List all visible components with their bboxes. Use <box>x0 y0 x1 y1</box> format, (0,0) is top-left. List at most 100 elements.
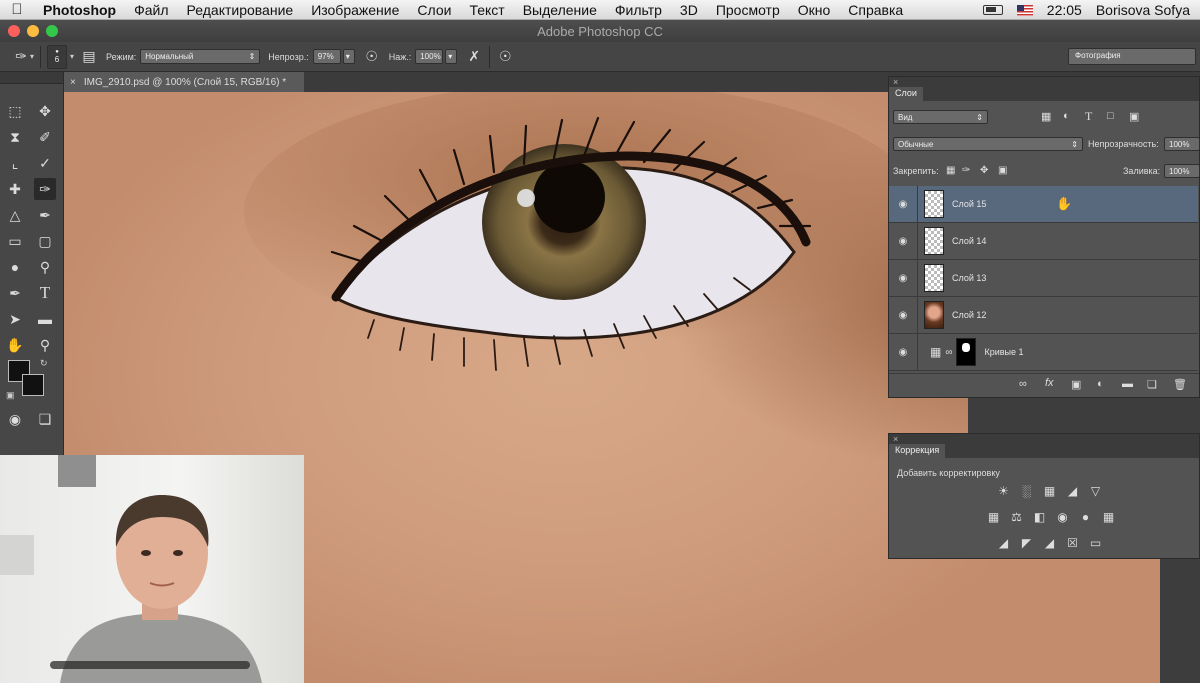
brush-size-picker[interactable]: ● 6 <box>47 44 68 69</box>
link-layers-icon[interactable]: ∞ <box>1019 378 1027 390</box>
brush-panel-toggle-icon[interactable]: ▤ <box>80 48 98 66</box>
new-layer-icon[interactable]: ❏ <box>1147 378 1157 391</box>
menu-select[interactable]: Выделение <box>514 2 606 18</box>
shape-filter-icon[interactable]: □ <box>1107 110 1114 122</box>
invert-icon[interactable]: ◢ <box>995 536 1012 550</box>
delete-layer-icon[interactable]: 🗑 <box>1173 378 1187 391</box>
adjustment-filter-icon[interactable]: ◐ <box>1063 110 1070 122</box>
opacity-input[interactable]: 97% <box>312 49 341 64</box>
menu-filter[interactable]: Фильтр <box>606 2 671 18</box>
pixel-filter-icon[interactable]: ▦ <box>1041 110 1051 123</box>
visibility-eye-icon[interactable]: ◉ <box>889 236 917 247</box>
screen-mode-icon[interactable]: ❏ <box>34 408 56 430</box>
black-white-icon[interactable]: ◧ <box>1031 510 1048 524</box>
lock-all-icon[interactable]: ▣ <box>998 165 1007 176</box>
lock-pixels-icon[interactable]: ✑ <box>962 165 970 176</box>
blur-tool-icon[interactable]: ● <box>4 256 26 278</box>
crop-tool-icon[interactable]: ⌞ <box>4 152 26 174</box>
document-tab[interactable]: × IMG_2910.psd @ 100% (Слой 15, RGB/16) … <box>64 72 304 92</box>
layer-name[interactable]: Кривые 1 <box>984 347 1023 357</box>
background-color-swatch[interactable] <box>22 374 44 396</box>
layer-name[interactable]: Слой 15 <box>952 199 986 209</box>
marquee-tool-icon[interactable]: ⬚ <box>4 100 26 122</box>
quick-mask-icon[interactable]: ◉ <box>4 408 26 430</box>
add-mask-icon[interactable]: ▣ <box>1071 378 1081 391</box>
visibility-eye-icon[interactable]: ◉ <box>889 199 917 210</box>
type-filter-icon[interactable]: T <box>1085 109 1092 124</box>
preset-dropdown-arrow-icon[interactable]: ▾ <box>30 52 34 61</box>
workspace-switcher[interactable]: Фотография <box>1068 48 1196 65</box>
vibrance-icon[interactable]: ▽ <box>1087 484 1104 498</box>
layer-filter-select[interactable]: Вид ⇕ <box>893 110 988 124</box>
opacity-dropdown-button[interactable]: ▾ <box>342 49 355 64</box>
lock-position-icon[interactable]: ✥ <box>980 165 988 176</box>
close-window-button[interactable] <box>8 25 20 37</box>
move-tool-icon[interactable]: ✥ <box>34 100 56 122</box>
apple-icon[interactable]:  <box>0 1 34 18</box>
pen-tool-icon[interactable]: ✒ <box>4 282 26 304</box>
rectangle-tool-icon[interactable]: ▬ <box>34 308 56 330</box>
fill-input[interactable]: 100% <box>1164 164 1200 178</box>
quick-select-tool-icon[interactable]: ✐ <box>34 126 56 148</box>
swap-colors-icon[interactable]: ↻ <box>40 358 48 369</box>
gradient-map-icon[interactable]: ▭ <box>1087 536 1104 550</box>
type-tool-icon[interactable]: T <box>34 282 56 304</box>
clock[interactable]: 22:05 <box>1047 2 1082 18</box>
path-selection-tool-icon[interactable]: ➤ <box>4 308 26 330</box>
pressure-dropdown-button[interactable]: ▾ <box>445 49 458 64</box>
new-group-icon[interactable]: ▬ <box>1122 378 1133 390</box>
channel-mixer-icon[interactable]: ● <box>1077 510 1094 524</box>
lasso-tool-icon[interactable]: ⧗ <box>4 126 26 148</box>
layer-style-icon[interactable]: fx <box>1045 377 1054 389</box>
tab-layers[interactable]: Слои <box>889 87 923 101</box>
layer-mask-thumbnail[interactable] <box>956 338 977 366</box>
user-name[interactable]: Borisova Sofya <box>1096 2 1190 18</box>
eyedropper-tool-icon[interactable]: ✓ <box>34 152 56 174</box>
visibility-eye-icon[interactable]: ◉ <box>889 310 917 321</box>
layer-row[interactable]: ◉ Слой 12 <box>889 296 1198 334</box>
menu-type[interactable]: Текст <box>460 2 513 18</box>
layer-name[interactable]: Слой 14 <box>952 236 986 246</box>
smart-object-filter-icon[interactable]: ▣ <box>1129 110 1139 123</box>
lock-transparency-icon[interactable]: ▦ <box>946 165 955 176</box>
layer-name[interactable]: Слой 12 <box>952 310 986 320</box>
minimize-window-button[interactable] <box>27 25 39 37</box>
tools-panel-handle[interactable] <box>0 72 63 84</box>
color-balance-icon[interactable]: ⚖ <box>1008 510 1025 524</box>
size-pressure-icon[interactable]: ☉ <box>496 48 514 66</box>
brush-preset-icon[interactable]: ✑ <box>12 48 30 66</box>
layer-row[interactable]: ◉ Слой 14 <box>889 222 1198 260</box>
menu-image[interactable]: Изображение <box>302 2 408 18</box>
layer-opacity-input[interactable]: 100% <box>1164 137 1200 151</box>
exposure-icon[interactable]: ◢ <box>1064 484 1081 498</box>
brightness-contrast-icon[interactable]: ☀ <box>995 484 1012 498</box>
curves-icon[interactable]: ▦ <box>1041 484 1058 498</box>
dodge-tool-icon[interactable]: ⚲ <box>34 256 56 278</box>
menu-layer[interactable]: Слои <box>408 2 460 18</box>
layer-row[interactable]: ◉ ▦ ∞ Кривые 1 <box>889 333 1198 371</box>
threshold-icon[interactable]: ◢ <box>1041 536 1058 550</box>
visibility-eye-icon[interactable]: ◉ <box>889 273 917 284</box>
menu-view[interactable]: Просмотр <box>707 2 789 18</box>
menu-file[interactable]: Файл <box>125 2 177 18</box>
posterize-icon[interactable]: ◤ <box>1018 536 1035 550</box>
eraser-tool-icon[interactable]: ▭ <box>4 230 26 252</box>
gradient-tool-icon[interactable]: ▢ <box>34 230 56 252</box>
default-colors-icon[interactable]: ▣ <box>6 390 15 401</box>
menu-edit[interactable]: Редактирование <box>178 2 303 18</box>
mode-select[interactable]: Нормальный ⇕ <box>140 49 261 64</box>
pressure-input[interactable]: 100% <box>415 49 444 64</box>
close-document-icon[interactable]: × <box>70 77 76 88</box>
brush-picker-arrow-icon[interactable]: ▾ <box>70 52 74 61</box>
photo-filter-icon[interactable]: ◉ <box>1054 510 1071 524</box>
selective-color-icon[interactable]: ☒ <box>1064 536 1081 550</box>
visibility-eye-icon[interactable]: ◉ <box>889 347 917 358</box>
zoom-tool-icon[interactable]: ⚲ <box>34 334 56 356</box>
zoom-window-button[interactable] <box>46 25 58 37</box>
video-control-bar[interactable] <box>50 661 250 669</box>
menu-window[interactable]: Окно <box>789 2 840 18</box>
input-source-flag-icon[interactable] <box>1016 4 1033 16</box>
layers-panel-close-icon[interactable]: × <box>889 77 1199 87</box>
adjustments-panel-close-icon[interactable]: × <box>889 434 1199 444</box>
blend-mode-select[interactable]: Обычные ⇕ <box>893 137 1083 151</box>
